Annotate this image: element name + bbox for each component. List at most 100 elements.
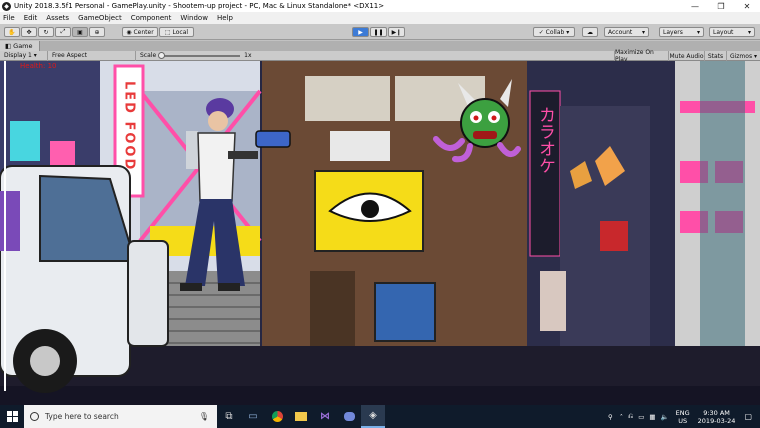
rect-tool-button[interactable]: ▣ xyxy=(72,27,88,37)
discord-icon xyxy=(343,412,355,421)
chevron-up-icon[interactable]: ˄ xyxy=(620,413,623,421)
scale-icon: ⤢ xyxy=(60,28,66,35)
menu-assets[interactable]: Assets xyxy=(46,14,69,22)
scale-slider[interactable] xyxy=(158,51,241,59)
enemy-mouth xyxy=(473,131,497,139)
usb-icon[interactable]: ⎌ xyxy=(628,412,633,421)
health-label: Health: 10 xyxy=(20,62,57,70)
notification-icon[interactable]: ▢ xyxy=(744,412,752,421)
glass-facade xyxy=(700,61,745,351)
taskbar-app-file-explorer[interactable] xyxy=(289,405,313,428)
clock[interactable]: 9:30 AM 2019-03-24 xyxy=(698,409,736,425)
play-button[interactable]: ▶ xyxy=(352,27,369,37)
gizmos-dropdown[interactable]: Gizmos ▾ xyxy=(726,51,760,61)
menu-edit[interactable]: Edit xyxy=(24,14,38,22)
pivot-center-button[interactable]: ◉ Center xyxy=(122,27,158,37)
visual-studio-icon: ⋈ xyxy=(320,411,330,422)
display-dropdown[interactable]: Display 1 ▾ xyxy=(0,50,48,61)
move-icon: ✥ xyxy=(26,28,32,36)
region-label: US xyxy=(678,416,688,425)
move-tool-button[interactable]: ✥ xyxy=(21,27,37,37)
pivot-center-label: Center xyxy=(133,28,154,36)
hand-icon: ✋ xyxy=(8,28,16,36)
gizmos-label: Gizmos xyxy=(729,52,753,60)
unity-editor-window: ◆ Unity 2018.3.5f1 Personal - GamePlay.u… xyxy=(0,0,760,428)
menu-window[interactable]: Window xyxy=(180,14,208,22)
collab-dropdown[interactable]: ✓ Collab ▾ xyxy=(533,27,575,37)
step-icon: ▶❙ xyxy=(391,28,402,36)
menu-help[interactable]: Help xyxy=(217,14,233,22)
step-button[interactable]: ▶❙ xyxy=(388,27,405,37)
stats-toggle[interactable]: Stats xyxy=(704,51,726,61)
chevron-down-icon: ▾ xyxy=(754,52,758,60)
enemy-pupil xyxy=(491,115,497,121)
volume-icon[interactable]: 🔈 xyxy=(661,413,669,421)
account-label: Account xyxy=(608,28,633,36)
led-food-sign-text: LED FOOD xyxy=(122,81,137,171)
cloud-button[interactable]: ☁ xyxy=(582,27,598,37)
taskbar-app-unity[interactable]: ◈ xyxy=(361,405,385,428)
clock-time: 9:30 AM xyxy=(703,408,730,417)
clock-date: 2019-03-24 xyxy=(697,416,736,425)
menu-component[interactable]: Component xyxy=(131,14,172,22)
layout-dropdown[interactable]: Layout ▾ xyxy=(709,27,755,37)
task-view-button[interactable]: ⧉ xyxy=(217,405,241,428)
street-shadow xyxy=(0,386,760,405)
account-dropdown[interactable]: Account ▾ xyxy=(604,27,649,37)
people-icon[interactable]: ⚲ xyxy=(608,413,613,421)
aspect-dropdown[interactable]: Free Aspect xyxy=(48,50,136,61)
player-shoe xyxy=(218,283,240,291)
pivot-local-button[interactable]: ⬚ Local xyxy=(159,27,194,37)
rotate-icon: ↻ xyxy=(43,28,49,36)
player-blaster xyxy=(255,130,291,148)
window-controls: — ❐ ✕ xyxy=(682,0,760,12)
scale-slider-thumb[interactable] xyxy=(158,51,166,59)
microphone-icon: 🎙 xyxy=(198,412,209,421)
taskbar-app-visual-studio[interactable]: ⋈ xyxy=(313,405,337,428)
scale-tool-button[interactable]: ⤢ xyxy=(55,27,71,37)
close-button[interactable]: ✕ xyxy=(734,0,760,12)
network-icon[interactable]: ▦ xyxy=(649,413,655,421)
layers-dropdown[interactable]: Layers ▾ xyxy=(659,27,704,37)
taskbar-app-discord[interactable] xyxy=(337,405,361,428)
local-icon: ⬚ xyxy=(164,28,173,36)
menu-file[interactable]: File xyxy=(3,14,15,22)
transform-tool-button[interactable]: ⊕ xyxy=(89,27,105,37)
title-bar: ◆ Unity 2018.3.5f1 Personal - GamePlay.u… xyxy=(0,0,760,12)
mute-audio-toggle[interactable]: Mute Audio xyxy=(668,51,704,61)
taskbar-app-chrome[interactable] xyxy=(265,405,289,428)
layers-label: Layers xyxy=(663,28,683,36)
maximize-on-play-toggle[interactable]: Maximize On Play xyxy=(614,49,668,63)
alley-sign xyxy=(540,271,566,331)
player-head xyxy=(208,111,228,131)
taskbar-app-explorer-extra[interactable]: ▭ xyxy=(241,405,265,428)
maximize-button[interactable]: ❐ xyxy=(708,0,734,12)
chrome-icon xyxy=(271,411,283,422)
language-indicator[interactable]: ENG US xyxy=(676,409,690,425)
rotate-tool-button[interactable]: ↻ xyxy=(38,27,54,37)
play-icon: ▶ xyxy=(358,28,363,36)
windows-taskbar: Type here to search 🎙 ⧉ ▭ ⋈ ◈ ⚲ ˄ ⎌ ▭ ▦ … xyxy=(0,405,760,428)
taskbar-search-box[interactable]: Type here to search 🎙 xyxy=(24,405,217,428)
folder-icon xyxy=(295,412,307,421)
player-shirt xyxy=(197,132,236,202)
chevron-down-icon: ▾ xyxy=(696,28,700,36)
tab-game[interactable]: ◧ Game xyxy=(0,41,40,51)
minimize-button[interactable]: — xyxy=(682,0,708,12)
aspect-label: Free Aspect xyxy=(52,52,88,59)
menu-gameobject[interactable]: GameObject xyxy=(78,14,122,22)
collab-check-icon: ✓ xyxy=(538,28,546,36)
karaoke-sign-text: カラオケ xyxy=(535,106,555,174)
scale-label: Scale xyxy=(140,52,157,59)
battery-icon[interactable]: ▭ xyxy=(638,413,644,421)
truck-cargo xyxy=(0,191,20,251)
start-button[interactable] xyxy=(0,405,24,428)
game-viewport[interactable]: LED FOOD カラオケ Health: 10 xyxy=(0,61,760,405)
pause-button[interactable]: ❚❚ xyxy=(370,27,387,37)
scale-value: 1x xyxy=(244,52,252,59)
lang-label: ENG xyxy=(675,408,690,417)
game-tab-icon: ◧ xyxy=(5,42,12,50)
search-placeholder: Type here to search xyxy=(45,412,119,421)
cloud-icon: ☁ xyxy=(587,28,593,36)
hand-tool-button[interactable]: ✋ xyxy=(4,27,20,37)
